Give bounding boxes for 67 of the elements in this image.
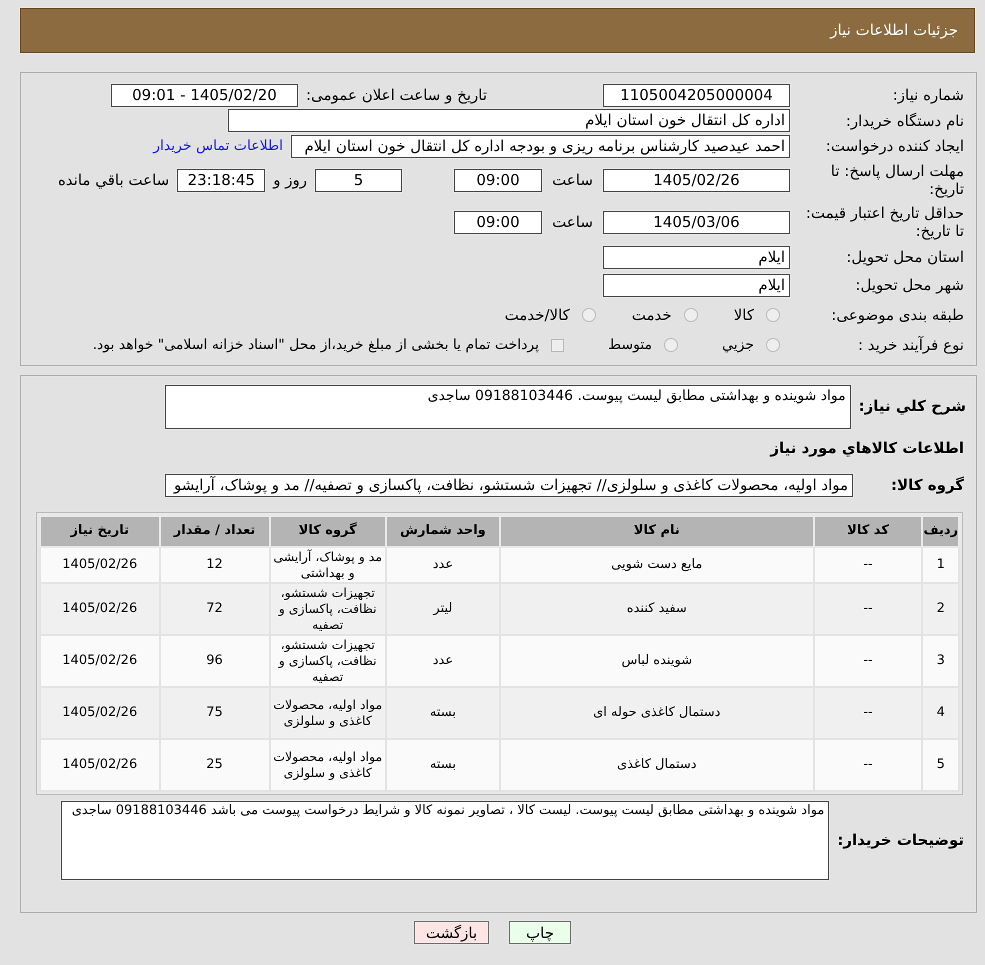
field-label: نام دستگاه خریدار: xyxy=(844,112,964,130)
text-field[interactable]: ایلام xyxy=(603,246,790,268)
back-button[interactable]: بازگشت xyxy=(414,921,489,944)
notes-textarea[interactable]: مواد شوینده و بهداشتی مطابق لیست پیوست. لیست کالا ، تصاویر نمونه کالا و شرایط درخواست پیوست می باشد 09188103446 ساجدی xyxy=(61,800,830,880)
text-field[interactable]: 1405/03/06 xyxy=(603,210,790,234)
radio-button[interactable] xyxy=(684,308,698,322)
text-field[interactable]: 09:00 xyxy=(454,168,542,192)
summary-textarea[interactable]: مواد شوینده و بهداشتی مطابق لیست پیوست. 09188103446 ساجدی xyxy=(164,385,851,429)
table-cell: مواد اولیه، محصولات کاغذی و سلولزی xyxy=(270,738,386,790)
field-label: ایجاد کننده درخواست: xyxy=(824,137,964,155)
column-header: تاریخ نیاز xyxy=(40,516,160,546)
text-field[interactable]: 23:18:45 xyxy=(177,168,266,192)
column-header: واحد شمارش xyxy=(386,516,500,546)
text-field[interactable]: مواد اولیه، محصولات کاغذی و سلولزی// تجهیزات شستشو، نظافت، پاکسازی و تصفیه// مد و پوشاک، آرایشو xyxy=(165,474,854,496)
option-label: کالا/خدمت xyxy=(504,304,570,326)
radio-button[interactable] xyxy=(766,338,780,352)
checkbox[interactable] xyxy=(551,338,564,352)
text-field[interactable]: 1105004205000004 xyxy=(603,84,790,106)
text-field[interactable]: 5 xyxy=(315,168,402,192)
option-label: متوسط xyxy=(608,336,652,354)
option-label: کالا xyxy=(734,304,754,326)
option-label: جزيي xyxy=(722,336,754,354)
field-label: حداقل تاریخ اعتبار قیمت: تا تاریخ: xyxy=(804,204,964,240)
option-label: پرداخت تمام یا بخشی از مبلغ خرید،از محل "اسناد خزانه اسلامی" خواهد بود. xyxy=(92,336,540,354)
table-cell: 1 xyxy=(922,546,959,582)
field-label: گروه کالا: xyxy=(891,476,964,494)
text-field[interactable]: اداره کل انتقال خون استان ایلام xyxy=(228,109,790,132)
field-label: نوع فرآیند خرید : xyxy=(856,336,964,354)
field-label: ساعت xyxy=(551,171,594,189)
table-cell: 25 xyxy=(160,738,270,790)
table-cell: 3 xyxy=(922,634,959,686)
text-field[interactable]: 1405/02/26 xyxy=(603,168,790,192)
page-title: جزئيات اطلاعات نياز xyxy=(830,20,958,42)
option-label: خدمت xyxy=(632,304,672,326)
contact-link[interactable]: اطلاعات تماس خریدار xyxy=(153,136,283,156)
table-cell: 2 xyxy=(922,582,959,634)
table-cell: 1405/02/26 xyxy=(40,738,160,790)
column-header: کد کالا xyxy=(814,516,922,546)
table-cell: 4 xyxy=(922,686,959,738)
section-heading: اطلاعات کالاهاي مورد نياز xyxy=(770,438,964,459)
text-field[interactable]: احمد عیدصید کارشناس برنامه ریزی و بودجه اداره کل انتقال خون استان ایلام xyxy=(291,134,790,158)
text-field[interactable]: 1405/02/20 - 09:01 xyxy=(110,84,298,106)
column-header: ردیف xyxy=(922,516,959,546)
table-cell: بسته xyxy=(386,738,500,790)
field-label: شهر محل تحویل: xyxy=(854,276,964,294)
text-field[interactable]: ایلام xyxy=(603,274,790,296)
field-label: ساعت باقي مانده xyxy=(58,171,170,189)
field-label: طبقه بندی موضوعی: xyxy=(830,306,964,324)
field-label: شماره نیاز: xyxy=(892,86,964,104)
radio-button[interactable] xyxy=(766,308,780,322)
radio-button[interactable] xyxy=(582,308,596,322)
column-header: تعداد / مقدار xyxy=(160,516,270,546)
field-label: روز و xyxy=(273,171,307,189)
field-label: مهلت ارسال پاسخ: تا تاریخ: xyxy=(830,162,964,198)
column-header: نام کالا xyxy=(500,516,814,546)
text-field[interactable]: 09:00 xyxy=(454,210,542,234)
print-button[interactable]: چاپ xyxy=(509,921,571,944)
column-header: گروه کالا xyxy=(270,516,386,546)
field-label: ساعت xyxy=(551,213,594,231)
field-label: تاریخ و ساعت اعلان عمومی: xyxy=(306,86,487,104)
field-label: توضیحات خریدار: xyxy=(837,831,964,849)
field-label: شرح کلي نياز: xyxy=(858,396,966,415)
table-cell: -- xyxy=(814,738,922,790)
radio-button[interactable] xyxy=(664,338,678,352)
field-label: استان محل تحویل: xyxy=(845,248,964,266)
table-cell: دستمال کاغذی xyxy=(500,738,814,790)
table-cell: 5 xyxy=(922,738,959,790)
